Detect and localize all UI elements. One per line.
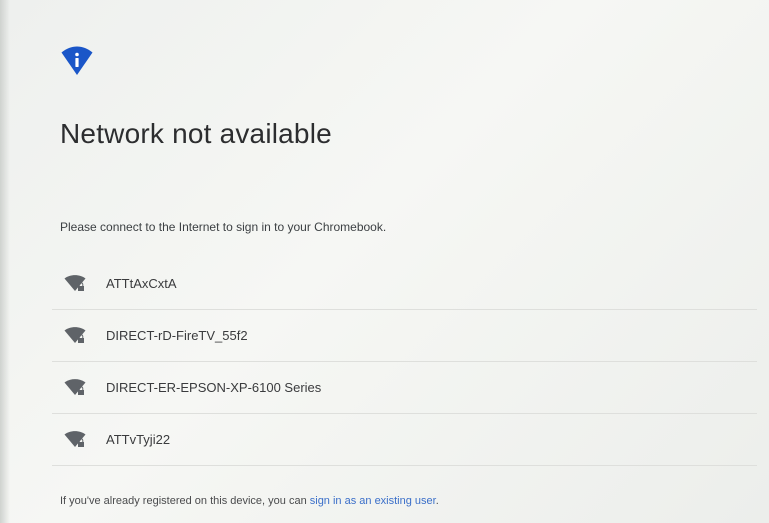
wifi-locked-icon — [64, 326, 86, 343]
info-icon — [61, 46, 93, 75]
sign-in-existing-user-link[interactable]: sign in as an existing user — [310, 495, 436, 507]
network-item[interactable]: ATTtAxCxtA — [52, 258, 757, 310]
page-subtitle: Please connect to the Internet to sign i… — [60, 220, 387, 234]
wifi-locked-icon — [64, 378, 86, 395]
page-title: Network not available — [60, 118, 332, 149]
network-list: ATTtAxCxtA DIRECT-rD-FireTV_55f2 DIRECT-… — [52, 258, 757, 466]
footer-text: If you've already registered on this dev… — [60, 495, 439, 507]
network-item[interactable]: DIRECT-rD-FireTV_55f2 — [52, 310, 757, 362]
oobe-screen: Network not available Please connect to … — [0, 0, 769, 523]
footer-suffix: . — [435, 495, 439, 507]
screen-edge-shade — [0, 0, 10, 523]
network-ssid: DIRECT-ER-EPSON-XP-6100 Series — [106, 380, 322, 395]
footer-prefix: If you've already registered on this dev… — [60, 495, 310, 507]
network-ssid: DIRECT-rD-FireTV_55f2 — [106, 328, 248, 343]
wifi-locked-icon — [64, 274, 86, 291]
network-item[interactable]: ATTvTyji22 — [52, 414, 757, 466]
network-ssid: ATTtAxCxtA — [106, 276, 177, 291]
wifi-locked-icon — [64, 430, 86, 447]
network-item[interactable]: DIRECT-ER-EPSON-XP-6100 Series — [52, 362, 757, 414]
network-ssid: ATTvTyji22 — [106, 432, 171, 447]
